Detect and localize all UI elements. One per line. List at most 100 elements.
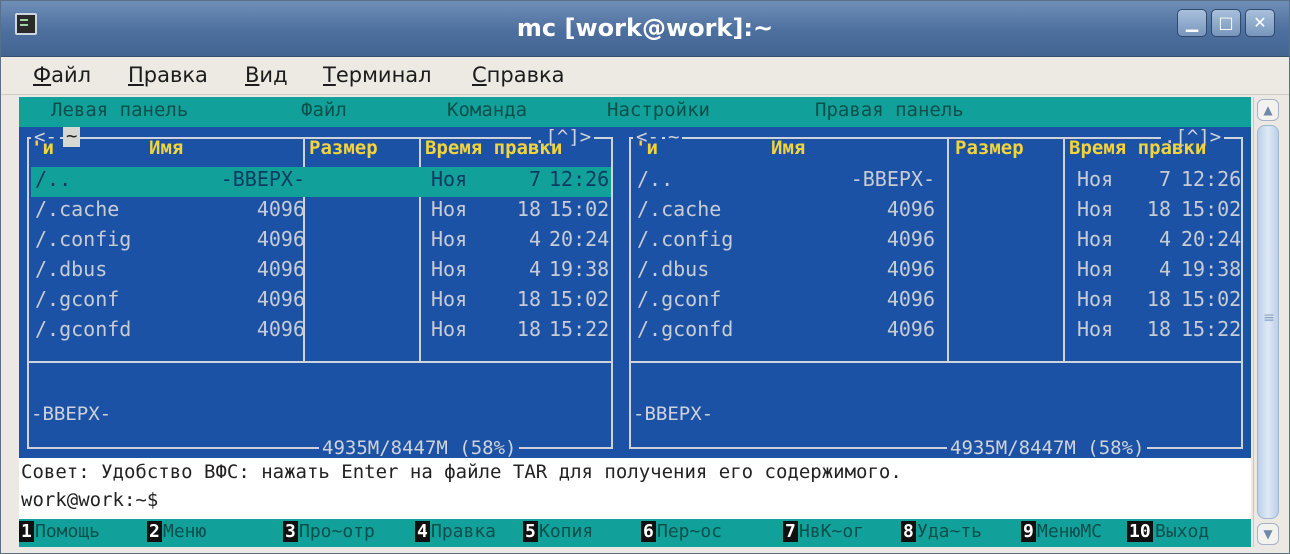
maximize-icon[interactable]: □ xyxy=(1211,9,1241,37)
mc-menu-file[interactable]: Файл xyxy=(301,99,347,121)
mc-menu-options[interactable]: Настройки xyxy=(607,99,710,121)
file-row[interactable]: /.cache 4096 Ноя 18 15:02 xyxy=(31,197,611,227)
fkey-number: 10 xyxy=(1127,521,1153,542)
file-time: 15:02 xyxy=(1181,197,1242,221)
panel-separator xyxy=(629,361,1243,363)
fkey-number: 9 xyxy=(1021,521,1036,542)
col-header-size[interactable]: Размер xyxy=(955,137,1024,165)
menu-edit[interactable]: Правка xyxy=(128,63,208,87)
right-panel-path[interactable]: ~ xyxy=(665,127,683,148)
file-day: 4 xyxy=(528,257,541,281)
file-month: Ноя xyxy=(1077,257,1114,281)
file-row[interactable]: /.gconfd 4096 Ноя 18 15:22 xyxy=(31,317,611,347)
file-size: 4096 xyxy=(256,317,305,341)
left-panel-disk-usage: 4935M/8447M (58%) xyxy=(319,437,520,458)
file-day: 18 xyxy=(1146,287,1171,311)
file-size: 4096 xyxy=(256,227,305,251)
fkey-number: 2 xyxy=(147,521,162,542)
file-time: 12:26 xyxy=(1181,167,1242,191)
fkey-number: 5 xyxy=(523,521,538,542)
file-row[interactable]: /.gconf 4096 Ноя 18 15:02 xyxy=(31,287,611,317)
file-size: -ВВЕРХ- xyxy=(220,167,305,191)
mc-menu-command[interactable]: Команда xyxy=(447,99,527,121)
fkey-number: 3 xyxy=(283,521,298,542)
close-icon[interactable]: ✕ xyxy=(1245,9,1275,37)
menu-help[interactable]: Справка xyxy=(472,63,565,87)
file-name: /.cache xyxy=(35,197,120,221)
file-day: 18 xyxy=(1146,317,1171,341)
col-header-size[interactable]: Размер xyxy=(309,137,378,165)
col-header-name[interactable]: Имя xyxy=(771,137,805,165)
file-size: 4096 xyxy=(256,257,305,281)
col-header-name[interactable]: Имя xyxy=(149,137,183,165)
left-panel-path[interactable]: ~ xyxy=(63,127,81,147)
file-day: 18 xyxy=(516,197,541,221)
file-name: /.. xyxy=(35,167,72,191)
file-day: 4 xyxy=(1158,257,1171,281)
menu-view[interactable]: Вид xyxy=(245,63,288,87)
file-row[interactable]: /.dbus 4096 Ноя 4 19:38 xyxy=(633,257,1241,287)
file-time: 15:02 xyxy=(549,197,610,221)
file-time: 15:22 xyxy=(549,317,610,341)
menu-terminal[interactable]: Терминал xyxy=(323,63,432,87)
file-time: 15:02 xyxy=(1181,287,1242,311)
mc-menu-bar: Левая панель Файл Команда Настройки Прав… xyxy=(19,97,1251,127)
right-panel-disk-usage: 4935M/8447M (58%) xyxy=(947,437,1148,458)
hint-line: Совет: Удобство ВФС: нажать Enter на фай… xyxy=(21,461,902,483)
minimize-icon[interactable]: ▁ xyxy=(1177,9,1207,37)
file-month: Ноя xyxy=(431,227,468,251)
terminal-window: mc [work@work]:~ ▁ □ ✕ Файл Правка Вид Т… xyxy=(0,0,1290,554)
file-size: 4096 xyxy=(256,287,305,311)
vertical-scrollbar[interactable]: ▲ ▼ xyxy=(1253,97,1281,547)
menu-bar: Файл Правка Вид Терминал Справка xyxy=(1,57,1289,95)
file-row[interactable]: /.config 4096 Ноя 4 20:24 xyxy=(633,227,1241,257)
fkey-label: Пер~ос xyxy=(657,521,723,542)
col-header-mtime[interactable]: Время правки xyxy=(1069,137,1206,165)
file-size: 4096 xyxy=(886,287,935,311)
col-header-mtime[interactable]: Время правки xyxy=(425,137,562,165)
scroll-up-icon[interactable]: ▲ xyxy=(1257,99,1279,121)
file-month: Ноя xyxy=(431,317,468,341)
file-month: Ноя xyxy=(431,167,468,191)
file-month: Ноя xyxy=(1077,167,1114,191)
file-row[interactable]: /.gconfd 4096 Ноя 18 15:22 xyxy=(633,317,1241,347)
file-row[interactable]: /.dbus 4096 Ноя 4 19:38 xyxy=(31,257,611,287)
fkey-label: Уда~ть xyxy=(917,521,983,542)
scroll-down-icon[interactable]: ▼ xyxy=(1257,523,1279,545)
mc-menu-left-panel[interactable]: Левая панель xyxy=(51,99,188,121)
file-row[interactable]: /.cache 4096 Ноя 18 15:02 xyxy=(633,197,1241,227)
col-header-mark: 'и xyxy=(31,137,54,159)
file-name: /.gconf xyxy=(35,287,120,311)
file-name: /.dbus xyxy=(637,257,710,281)
fkey-label: НвК~ог xyxy=(799,521,865,542)
file-size: 4096 xyxy=(886,257,935,281)
file-row[interactable]: /.gconf 4096 Ноя 18 15:02 xyxy=(633,287,1241,317)
fkey-number: 6 xyxy=(641,521,656,542)
shell-prompt[interactable]: work@work:~$ xyxy=(21,489,158,511)
right-panel[interactable]: <- ~ .[^]> 'и Имя Размер Время правки /.… xyxy=(621,127,1251,458)
fkey-label: МенюМС xyxy=(1037,521,1103,542)
file-month: Ноя xyxy=(431,197,468,221)
terminal-area[interactable]: Левая панель Файл Команда Настройки Прав… xyxy=(19,97,1251,547)
left-panel-status: -ВВЕРХ- xyxy=(31,403,112,425)
file-name: /.. xyxy=(637,167,674,191)
scrollbar-thumb[interactable] xyxy=(1257,125,1280,519)
file-name: /.gconfd xyxy=(35,317,132,341)
menu-file[interactable]: Файл xyxy=(33,63,91,87)
file-day: 4 xyxy=(528,227,541,251)
fkey-label: Выход xyxy=(1155,521,1210,542)
file-name: /.config xyxy=(637,227,734,251)
file-day: 7 xyxy=(1158,167,1171,191)
file-name: /.config xyxy=(35,227,132,251)
file-name: /.gconf xyxy=(637,287,722,311)
left-panel[interactable]: <- ~ .[^]> 'и Имя Размер Время правки /.… xyxy=(19,127,621,458)
file-day: 18 xyxy=(516,317,541,341)
file-row[interactable]: /.. -ВВЕРХ- Ноя 7 12:26 xyxy=(31,167,611,197)
file-time: 15:02 xyxy=(549,287,610,311)
fkey-label: Про~отр xyxy=(299,521,375,542)
mc-menu-right-panel[interactable]: Правая панель xyxy=(815,99,964,121)
file-row[interactable]: /.. -ВВЕРХ- Ноя 7 12:26 xyxy=(633,167,1241,197)
file-row[interactable]: /.config 4096 Ноя 4 20:24 xyxy=(31,227,611,257)
title-bar[interactable]: mc [work@work]:~ ▁ □ ✕ xyxy=(1,1,1289,57)
file-size: -ВВЕРХ- xyxy=(850,167,935,191)
